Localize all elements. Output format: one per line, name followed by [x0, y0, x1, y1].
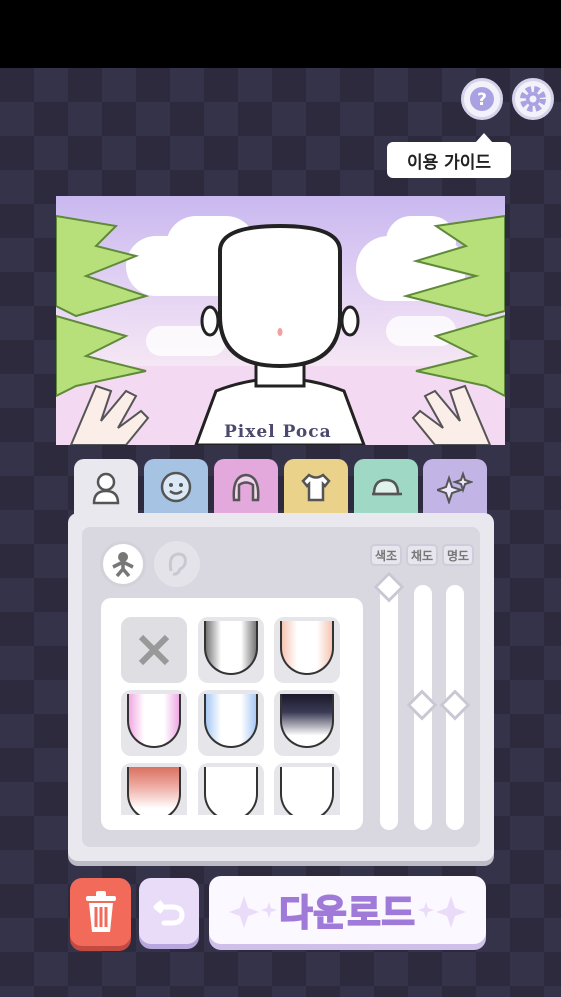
tab-effects[interactable]	[423, 459, 487, 515]
ear-icon	[168, 552, 187, 576]
person-icon	[112, 552, 134, 577]
hue-slider[interactable]	[380, 585, 398, 830]
saturation-label: 채도	[406, 544, 438, 566]
undo-button[interactable]	[139, 878, 199, 944]
undo-icon	[153, 900, 185, 926]
tab-face[interactable]	[144, 459, 208, 515]
cap-icon	[372, 478, 402, 496]
shirt-icon	[301, 473, 331, 502]
tab-accessory[interactable]	[354, 459, 418, 515]
option-plain-1[interactable]	[198, 763, 264, 815]
trash-icon	[85, 891, 116, 932]
palm-leaves	[56, 214, 505, 445]
download-label: 다운로드	[278, 892, 416, 935]
shirt-logo-text: Pixel Poca	[224, 422, 332, 442]
sparkle-right-icon	[418, 896, 466, 928]
gear-icon	[520, 86, 546, 112]
option-shadow-dark[interactable]	[274, 690, 340, 756]
tab-hair[interactable]	[214, 459, 278, 515]
status-bar	[0, 0, 561, 68]
option-shadow-gray[interactable]	[198, 617, 264, 683]
face-icon	[160, 471, 192, 503]
option-blush-peach[interactable]	[274, 617, 340, 683]
close-icon	[138, 634, 170, 666]
option-plain-2[interactable]	[274, 763, 340, 815]
body-icon	[92, 472, 120, 505]
body-mode-button[interactable]	[100, 541, 146, 587]
help-button[interactable]: ?	[461, 78, 503, 120]
tab-body[interactable]	[74, 459, 138, 517]
option-red-top[interactable]	[121, 763, 187, 815]
sparkle-icon	[437, 470, 473, 504]
ear-mode-button[interactable]	[154, 541, 200, 587]
question-icon: ?	[470, 87, 494, 111]
category-tabs	[74, 459, 487, 517]
option-blush-pink[interactable]	[121, 690, 187, 756]
tab-clothes[interactable]	[284, 459, 348, 515]
svg-text:?: ?	[477, 90, 487, 110]
hue-label: 색조	[370, 544, 402, 566]
guide-tooltip: 이용 가이드	[387, 133, 511, 178]
settings-button[interactable]	[512, 78, 554, 120]
delete-button[interactable]	[70, 878, 131, 946]
brightness-label: 명도	[442, 544, 474, 566]
option-none[interactable]	[121, 617, 187, 683]
hair-icon	[232, 473, 260, 502]
download-button[interactable]: 다운로드	[209, 876, 486, 944]
sparkle-left-icon	[229, 896, 277, 928]
option-blush-blue[interactable]	[198, 690, 264, 756]
avatar-preview: Pixel Poca	[56, 196, 505, 445]
